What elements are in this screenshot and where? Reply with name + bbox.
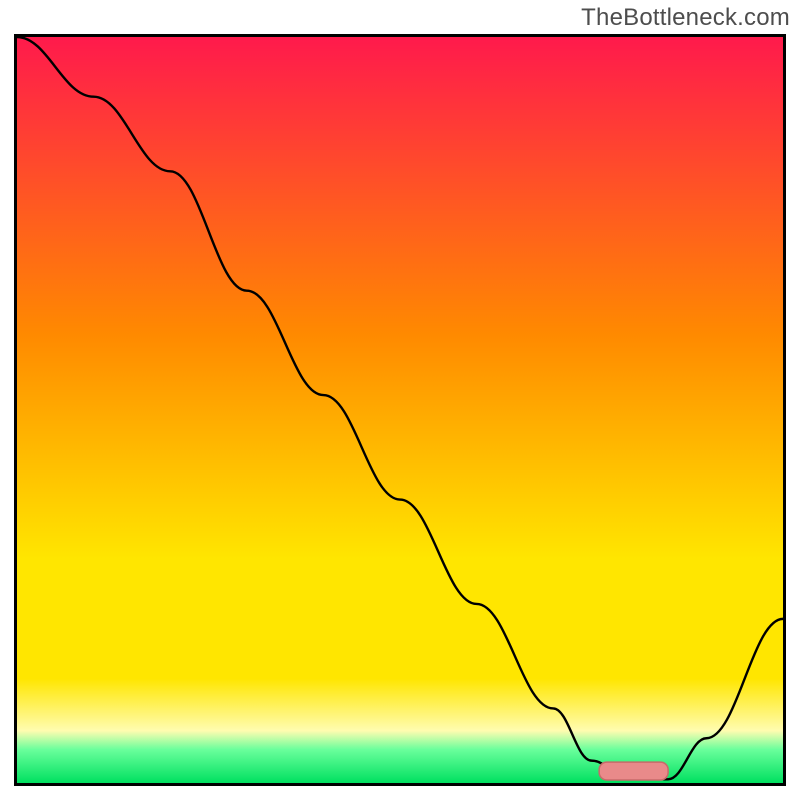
watermark-text: TheBottleneck.com <box>581 4 790 32</box>
plot-frame <box>14 34 786 786</box>
plot-svg <box>17 37 783 783</box>
optimal-marker <box>599 762 668 780</box>
gradient-background <box>17 37 783 783</box>
bottleneck-chart-stage: TheBottleneck.com <box>0 0 800 800</box>
